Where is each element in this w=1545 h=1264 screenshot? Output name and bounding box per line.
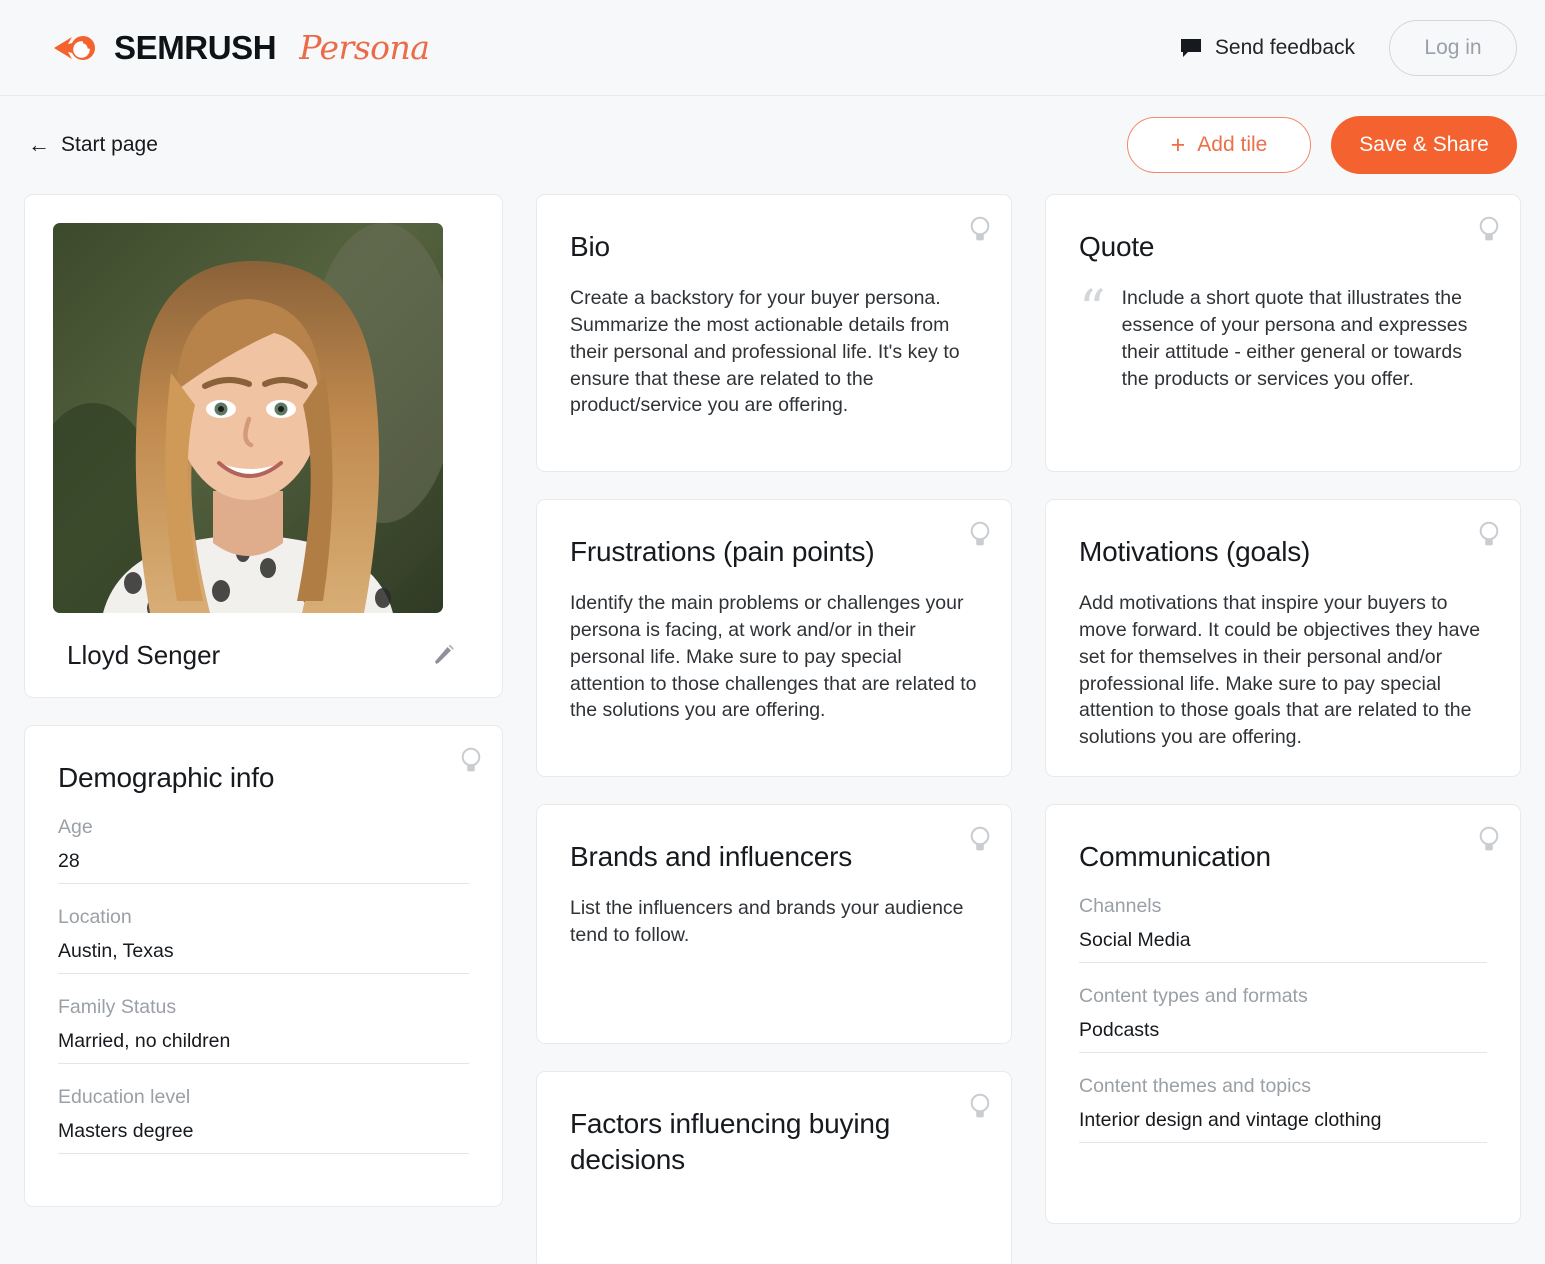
- field-content-types: Content types and formats Podcasts: [1079, 985, 1487, 1053]
- field-education-level: Education level Masters degree: [58, 1086, 469, 1154]
- field-family-status: Family Status Married, no children: [58, 996, 469, 1064]
- card-title: Factors influencing buying decisions: [570, 1108, 891, 1175]
- card-description[interactable]: Create a backstory for your buyer person…: [570, 285, 978, 420]
- brands-and-influencers-card: Brands and influencers List the influenc…: [536, 804, 1012, 1044]
- card-description[interactable]: List the influencers and brands your aud…: [570, 895, 978, 949]
- quote-card: Quote “ Include a short quote that illus…: [1045, 194, 1521, 472]
- lightbulb-icon[interactable]: [969, 215, 991, 243]
- field-label: Location: [58, 905, 132, 928]
- lightbulb-icon[interactable]: [969, 520, 991, 548]
- motivations-card: Motivations (goals) Add motivations that…: [1045, 499, 1521, 777]
- field-value[interactable]: 28: [58, 850, 469, 884]
- arrow-left-icon: ←: [28, 132, 50, 157]
- field-label: Family Status: [58, 995, 177, 1018]
- field-value[interactable]: Masters degree: [58, 1120, 469, 1154]
- semrush-comet-icon: [54, 35, 95, 60]
- persona-portrait: [53, 223, 443, 613]
- card-title: Quote: [1079, 231, 1155, 262]
- card-title: Brands and influencers: [570, 841, 852, 872]
- field-content-themes: Content themes and topics Interior desig…: [1079, 1075, 1487, 1143]
- lightbulb-icon[interactable]: [1478, 520, 1500, 548]
- add-tile-label: Add tile: [1197, 133, 1268, 156]
- save-and-share-button[interactable]: Save & Share: [1331, 116, 1517, 174]
- card-description[interactable]: Identify the main problems or challenges…: [570, 590, 978, 725]
- app-header: SEMRUSH Persona Send feedback Log in: [0, 0, 1545, 96]
- communication-card: Communication Channels Social Media Cont…: [1045, 804, 1521, 1224]
- field-label: Content types and formats: [1079, 984, 1308, 1007]
- card-title: Frustrations (pain points): [570, 536, 875, 567]
- card-description[interactable]: Add motivations that inspire your buyers…: [1079, 590, 1487, 751]
- field-value[interactable]: Interior design and vintage clothing: [1079, 1109, 1487, 1143]
- add-tile-button[interactable]: + Add tile: [1127, 117, 1311, 173]
- product-name: Persona: [299, 28, 430, 67]
- demographic-info-card: Demographic info Age 28 Location Austin,…: [24, 725, 503, 1207]
- lightbulb-icon[interactable]: [1478, 825, 1500, 853]
- frustrations-card: Frustrations (pain points) Identify the …: [536, 499, 1012, 777]
- profile-card: Lloyd Senger: [24, 194, 503, 698]
- field-label: Education level: [58, 1085, 191, 1108]
- field-channels: Channels Social Media: [1079, 895, 1487, 963]
- field-label: Content themes and topics: [1079, 1074, 1311, 1097]
- lightbulb-icon[interactable]: [969, 1092, 991, 1120]
- bio-card: Bio Create a backstory for your buyer pe…: [536, 194, 1012, 472]
- pencil-icon[interactable]: [432, 643, 456, 667]
- start-page-link[interactable]: ← Start page: [28, 133, 158, 157]
- field-label: Channels: [1079, 894, 1162, 917]
- field-location: Location Austin, Texas: [58, 906, 469, 974]
- quote-mark-icon: “: [1079, 279, 1106, 340]
- login-button[interactable]: Log in: [1389, 19, 1517, 76]
- card-title: Demographic info: [58, 762, 275, 793]
- persona-name: Lloyd Senger: [67, 639, 221, 670]
- card-title: Communication: [1079, 841, 1271, 872]
- field-age: Age 28: [58, 816, 469, 884]
- card-description[interactable]: Include a short quote that illustrates t…: [1122, 285, 1487, 393]
- factors-influencing-buying-decisions-card: Factors influencing buying decisions: [536, 1071, 1012, 1264]
- send-feedback-label: Send feedback: [1214, 35, 1355, 59]
- lightbulb-icon[interactable]: [1478, 215, 1500, 243]
- logo[interactable]: SEMRUSH Persona: [52, 28, 430, 67]
- lightbulb-icon[interactable]: [969, 825, 991, 853]
- field-label: Age: [58, 815, 93, 838]
- brand-name: SEMRUSH: [114, 28, 277, 66]
- start-page-label: Start page: [61, 133, 158, 156]
- persona-board: Lloyd Senger Demographic info Age 28 Loc…: [0, 172, 1545, 1264]
- card-title: Motivations (goals): [1079, 536, 1311, 567]
- action-bar: ← Start page + Add tile Save & Share: [0, 96, 1545, 174]
- card-title: Bio: [570, 231, 610, 262]
- field-value[interactable]: Austin, Texas: [58, 940, 469, 974]
- send-feedback-button[interactable]: Send feedback: [1180, 36, 1355, 60]
- speech-bubble-icon: [1180, 38, 1201, 57]
- field-value[interactable]: Social Media: [1079, 929, 1487, 963]
- plus-icon: +: [1170, 130, 1186, 159]
- field-value[interactable]: Married, no children: [58, 1030, 469, 1064]
- lightbulb-icon[interactable]: [460, 746, 482, 774]
- field-value[interactable]: Podcasts: [1079, 1019, 1487, 1053]
